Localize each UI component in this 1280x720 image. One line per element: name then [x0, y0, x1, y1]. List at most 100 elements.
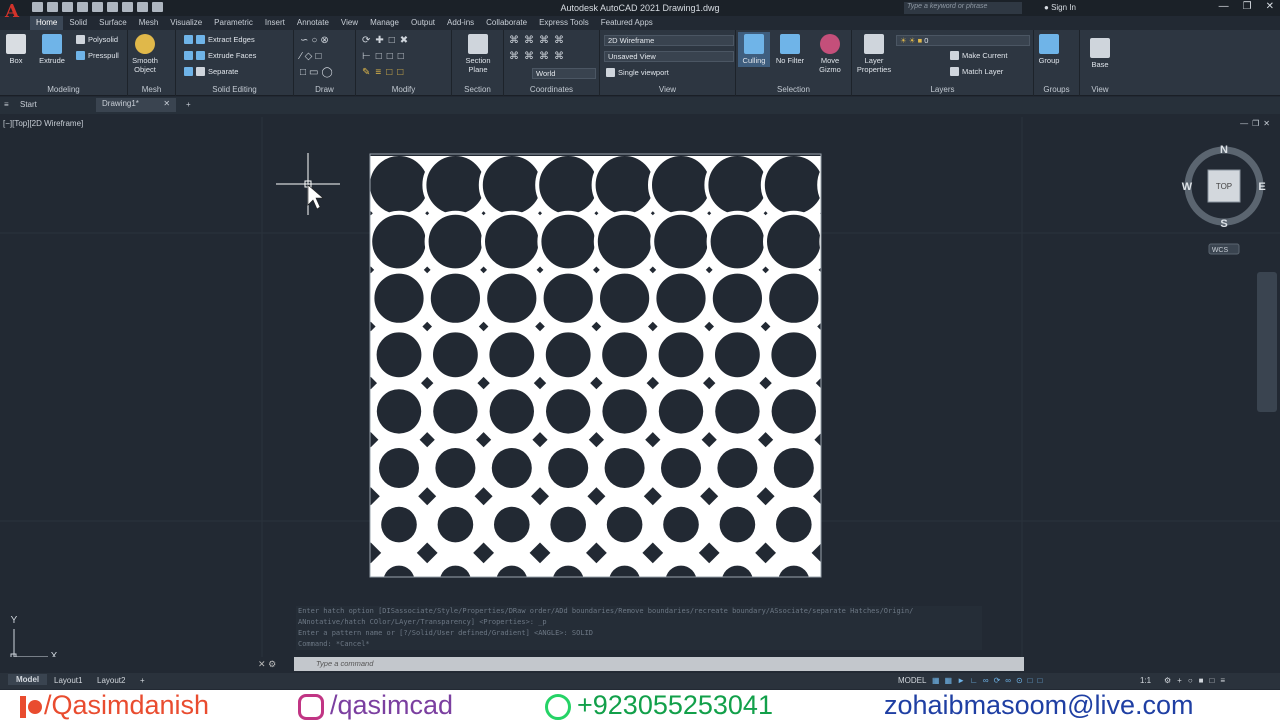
tab-surface[interactable]: Surface — [93, 16, 133, 30]
ucs-tools-row-2[interactable]: ⌘⌘⌘⌘ — [509, 51, 569, 62]
panel-coordinates-label[interactable]: Coordinates — [504, 85, 599, 94]
panel-view-base-label[interactable]: View — [1080, 85, 1120, 94]
panel-modeling-label[interactable]: Modeling — [0, 85, 127, 94]
culling-icon — [744, 34, 764, 54]
tab-layout2[interactable]: Layout2 — [97, 676, 125, 685]
tab-mesh[interactable]: Mesh — [133, 16, 165, 30]
tab-model[interactable]: Model — [8, 674, 48, 685]
base-button[interactable]: Base — [1086, 38, 1114, 69]
smooth-object-button[interactable]: Smooth Object — [130, 34, 160, 74]
command-input[interactable]: Type a command — [294, 657, 1024, 671]
tab-home[interactable]: Home — [30, 16, 64, 30]
compass-west[interactable]: W — [1182, 181, 1193, 193]
modify-tools-row-1[interactable]: ⟳✚□✖ — [362, 35, 413, 46]
panel-modify-label[interactable]: Modify — [356, 85, 451, 94]
tab-visualize[interactable]: Visualize — [164, 16, 208, 30]
model-space-toggle[interactable]: MODEL — [898, 676, 926, 685]
separate-button[interactable]: Separate — [184, 67, 238, 76]
wrench-icon[interactable]: ⚙ — [268, 659, 276, 669]
layer-properties-button[interactable]: Layer Properties — [854, 34, 894, 74]
polysolid-button[interactable]: Polysolid — [76, 35, 118, 44]
panel-draw-label[interactable]: Draw — [294, 85, 355, 94]
pattern-circle — [609, 565, 640, 577]
tab-output[interactable]: Output — [405, 16, 441, 30]
tab-manage[interactable]: Manage — [364, 16, 405, 30]
tab-view[interactable]: View — [335, 16, 364, 30]
panel-groups-label[interactable]: Groups — [1034, 85, 1079, 94]
panel-view-label[interactable]: View — [600, 85, 735, 94]
pattern-circle — [478, 154, 545, 218]
ucs-world-select[interactable]: World — [532, 68, 596, 79]
extrude-faces-button[interactable]: Extrude Faces — [184, 51, 256, 60]
close-command-icon[interactable]: ✕ — [258, 659, 266, 669]
tab-parametric[interactable]: Parametric — [208, 16, 259, 30]
tab-annotate[interactable]: Annotate — [291, 16, 335, 30]
pattern-circle — [767, 328, 821, 382]
tab-addins[interactable]: Add-ins — [441, 16, 480, 30]
layer-properties-icon — [864, 34, 884, 54]
annotation-scale[interactable]: 1:1 — [1140, 676, 1151, 685]
tab-featured-apps[interactable]: Featured Apps — [595, 16, 659, 30]
pattern-circle — [381, 506, 417, 543]
make-current-button[interactable]: Make Current — [950, 51, 1007, 60]
panel-mesh-label[interactable]: Mesh — [128, 85, 175, 94]
extrude-label: Extrude — [39, 56, 65, 65]
draw-tools-row-2[interactable]: ∕◇□ — [300, 51, 324, 62]
close-icon[interactable]: ✕ — [1266, 1, 1274, 12]
draw-tools-row-1[interactable]: ∽○⊗ — [300, 35, 332, 46]
visual-style-select[interactable]: 2D Wireframe — [604, 35, 734, 46]
tab-collaborate[interactable]: Collaborate — [480, 16, 533, 30]
panel-selection-label[interactable]: Selection — [736, 85, 851, 94]
tab-solid[interactable]: Solid — [63, 16, 93, 30]
culling-button[interactable]: Culling — [738, 32, 770, 67]
navigation-bar[interactable] — [1257, 272, 1277, 412]
search-input[interactable]: Type a keyword or phrase — [904, 2, 1022, 14]
view-cube[interactable]: TOP N S E W WCS — [1182, 144, 1266, 255]
modify-tools-row-2[interactable]: ⊢□□□ — [362, 51, 409, 62]
draw-tools-row-3[interactable]: □▭◯ — [300, 67, 336, 78]
section-plane-button[interactable]: Section Plane — [460, 34, 496, 74]
hatch-pattern[interactable] — [312, 152, 946, 597]
layer-select[interactable]: ☀ ☀ ■ 0 — [896, 35, 1030, 46]
tab-drawing1[interactable]: Drawing1* ✕ — [96, 98, 177, 112]
named-view-select[interactable]: Unsaved View — [604, 51, 734, 62]
command-line-controls[interactable]: ✕ ⚙ — [258, 659, 276, 670]
restore-icon[interactable]: ❐ — [1243, 1, 1252, 12]
status-tools[interactable]: ⚙+○■□≡ — [1164, 676, 1231, 685]
compass-east[interactable]: E — [1258, 181, 1265, 193]
panel-solid-editing-label[interactable]: Solid Editing — [176, 85, 293, 94]
pattern-circle — [717, 448, 758, 488]
compass-south[interactable]: S — [1220, 218, 1227, 230]
tab-express-tools[interactable]: Express Tools — [533, 16, 595, 30]
add-layout-icon[interactable]: + — [140, 676, 145, 685]
sign-in-button[interactable]: ● Sign In — [1044, 3, 1076, 12]
panel-layers-label[interactable]: Layers — [852, 85, 1033, 94]
match-layer-button[interactable]: Match Layer — [950, 67, 1003, 76]
modify-tools-row-3[interactable]: ✎≡□□ — [362, 67, 408, 78]
presspull-button[interactable]: Presspull — [76, 51, 119, 60]
minimize-icon[interactable]: — — [1219, 1, 1229, 12]
new-tab-icon[interactable]: + — [186, 100, 191, 109]
base-label: Base — [1091, 60, 1109, 69]
drawing-canvas[interactable]: Y X TOP N S E W WCS — [0, 117, 1280, 657]
email-address: zohaibmasoom@live.com — [884, 690, 1194, 720]
close-tab-icon[interactable]: ✕ — [163, 99, 170, 108]
drawing-viewport[interactable]: [−][Top][2D Wireframe] —❐✕ Y X TOP N S E… — [0, 117, 1280, 657]
ucs-tools-row-1[interactable]: ⌘⌘⌘⌘ — [509, 35, 569, 46]
drafting-toggles[interactable]: ▦▦►∟∞⟳∞⊙□□ — [932, 676, 1047, 685]
extract-edges-button[interactable]: Extract Edges — [184, 35, 255, 44]
viewport-config-button[interactable]: Single viewport — [606, 68, 669, 77]
extrude-button[interactable]: Extrude — [36, 34, 68, 65]
compass-north[interactable]: N — [1220, 144, 1228, 156]
no-filter-button[interactable]: No Filter — [774, 34, 806, 65]
separate-label: Separate — [208, 67, 239, 76]
panel-section-label[interactable]: Section — [452, 85, 503, 94]
hamburger-icon[interactable]: ≡ — [4, 100, 9, 109]
box-button[interactable]: Box — [4, 34, 28, 65]
tab-layout1[interactable]: Layout1 — [54, 676, 82, 685]
group-button[interactable]: Group — [1036, 34, 1062, 65]
tab-insert[interactable]: Insert — [259, 16, 291, 30]
tab-start[interactable]: Start — [20, 100, 37, 109]
wcs-label: WCS — [1212, 247, 1229, 254]
move-gizmo-button[interactable]: Move Gizmo — [814, 34, 846, 74]
